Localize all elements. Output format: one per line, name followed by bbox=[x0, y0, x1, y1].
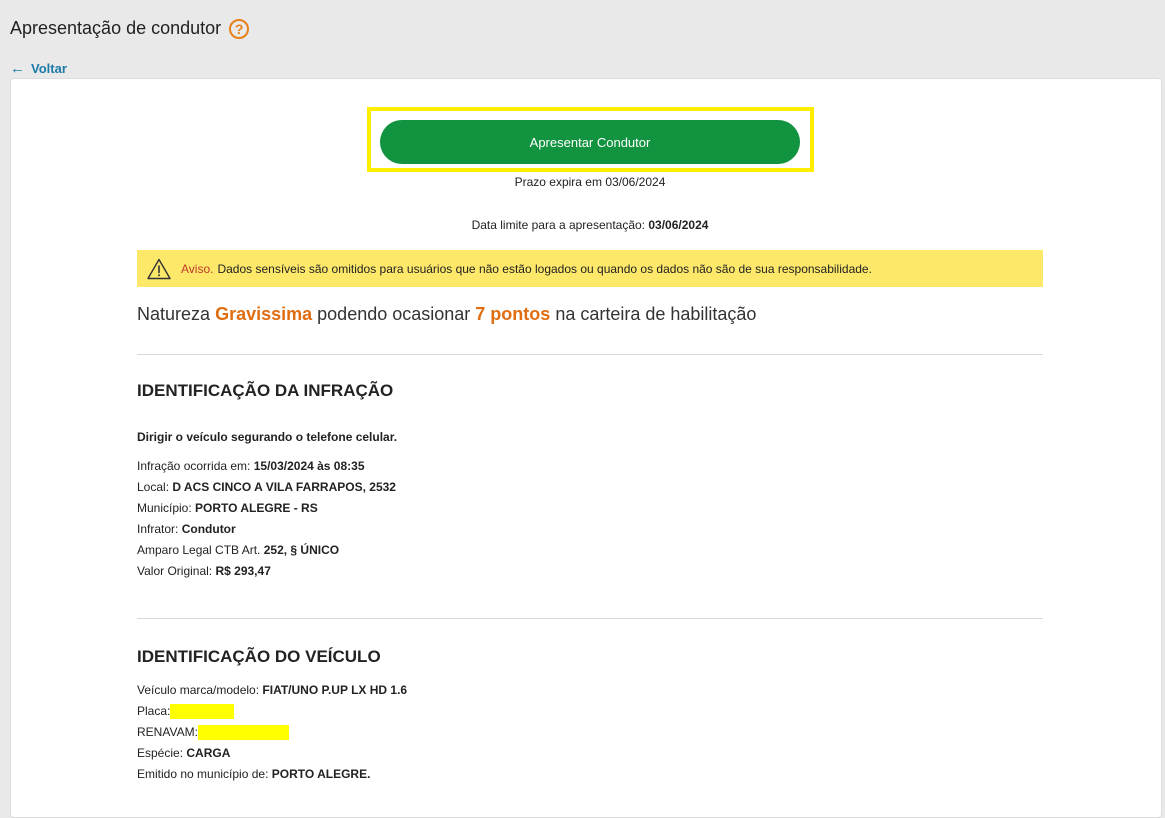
field-value: 252, § ÚNICO bbox=[263, 543, 340, 557]
infraction-heading: IDENTIFICAÇÃO DA INFRAÇÃO bbox=[137, 381, 394, 400]
field-value: R$ 293,47 bbox=[215, 564, 271, 578]
infraction-offender-row: Infrator: Condutor bbox=[137, 519, 396, 540]
nature-prefix: Natureza bbox=[137, 304, 211, 324]
infraction-details: Infração ocorrida em: 15/03/2024 às 08:3… bbox=[137, 456, 396, 582]
warning-label: Aviso. bbox=[181, 261, 214, 276]
divider bbox=[137, 618, 1043, 619]
field-value: Condutor bbox=[181, 522, 236, 536]
infraction-legal-row: Amparo Legal CTB Art. 252, § ÚNICO bbox=[137, 540, 396, 561]
field-label: Veículo marca/modelo: bbox=[137, 683, 260, 697]
field-value: D ACS CINCO A VILA FARRAPOS, 2532 bbox=[172, 480, 396, 494]
field-value: CARGA bbox=[186, 746, 231, 760]
field-value: FIAT/UNO P.UP LX HD 1.6 bbox=[262, 683, 408, 697]
vehicle-heading: IDENTIFICAÇÃO DO VEÍCULO bbox=[137, 647, 381, 666]
field-label: RENAVAM: bbox=[137, 725, 198, 739]
redacted-plate bbox=[170, 704, 235, 720]
nature-points: 7 pontos bbox=[475, 304, 551, 324]
warning-triangle-icon bbox=[147, 258, 171, 279]
vehicle-renavam-row: RENAVAM: bbox=[137, 722, 407, 743]
limit-date: Data limite para a apresentação: 03/06/2… bbox=[380, 218, 800, 232]
field-value: PORTO ALEGRE. bbox=[271, 767, 371, 781]
vehicle-model-row: Veículo marca/modelo: FIAT/UNO P.UP LX H… bbox=[137, 680, 407, 701]
vehicle-details: Veículo marca/modelo: FIAT/UNO P.UP LX H… bbox=[137, 680, 407, 785]
field-label: Local: bbox=[137, 480, 170, 494]
page-title: Apresentação de condutor bbox=[10, 18, 222, 38]
infraction-date-row: Infração ocorrida em: 15/03/2024 às 08:3… bbox=[137, 456, 396, 477]
field-label: Emitido no município de: bbox=[137, 767, 269, 781]
field-label: Espécie: bbox=[137, 746, 184, 760]
field-value: PORTO ALEGRE - RS bbox=[195, 501, 318, 515]
infraction-description: Dirigir o veículo segurando o telefone c… bbox=[137, 430, 398, 444]
nature-summary: Natureza Gravissima podendo ocasionar 7 … bbox=[137, 304, 756, 325]
infraction-value-row: Valor Original: R$ 293,47 bbox=[137, 561, 396, 582]
divider bbox=[137, 354, 1043, 355]
field-label: Valor Original: bbox=[137, 564, 213, 578]
field-label: Amparo Legal CTB Art. bbox=[137, 543, 261, 557]
nature-middle: podendo ocasionar bbox=[317, 304, 471, 324]
back-link[interactable]: ← Voltar bbox=[10, 60, 67, 77]
back-label: Voltar bbox=[31, 61, 67, 76]
page-header: Apresentação de condutor ? bbox=[10, 18, 250, 39]
redacted-renavam bbox=[197, 725, 289, 741]
arrow-left-icon: ← bbox=[10, 60, 25, 77]
field-label: Infração ocorrida em: bbox=[137, 459, 251, 473]
field-value: 15/03/2024 às 08:35 bbox=[253, 459, 365, 473]
help-icon[interactable]: ? bbox=[229, 18, 250, 39]
warning-banner: Aviso. Dados sensíveis são omitidos para… bbox=[137, 250, 1043, 287]
infraction-city-row: Município: PORTO ALEGRE - RS bbox=[137, 498, 396, 519]
field-label: Placa: bbox=[137, 704, 171, 718]
limit-label: Data limite para a apresentação: bbox=[471, 218, 646, 232]
field-label: Infrator: bbox=[137, 522, 179, 536]
nature-severity: Gravissima bbox=[215, 304, 313, 324]
vehicle-species-row: Espécie: CARGA bbox=[137, 743, 407, 764]
present-driver-button[interactable]: Apresentar Condutor bbox=[380, 120, 800, 164]
field-label: Município: bbox=[137, 501, 192, 515]
vehicle-plate-row: Placa: bbox=[137, 701, 407, 722]
vehicle-issued-row: Emitido no município de: PORTO ALEGRE. bbox=[137, 764, 407, 785]
deadline-text: Prazo expira em 03/06/2024 bbox=[514, 175, 666, 189]
nature-suffix: na carteira de habilitação bbox=[555, 304, 757, 324]
warning-text: Dados sensíveis são omitidos para usuári… bbox=[217, 261, 872, 276]
infraction-location-row: Local: D ACS CINCO A VILA FARRAPOS, 2532 bbox=[137, 477, 396, 498]
limit-value: 03/06/2024 bbox=[648, 218, 709, 232]
